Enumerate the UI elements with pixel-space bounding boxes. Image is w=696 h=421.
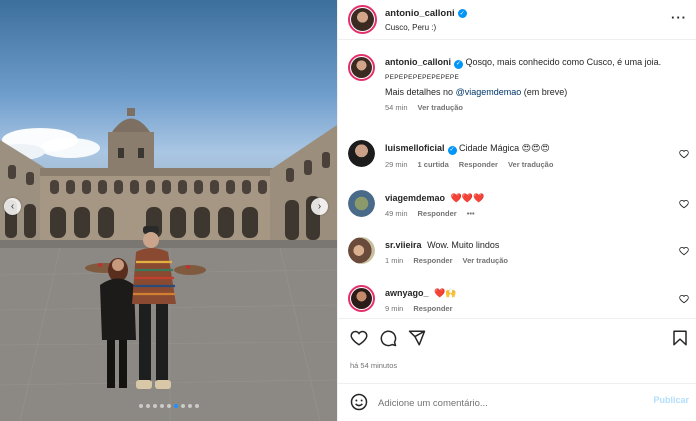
- comment-avatar[interactable]: [348, 237, 375, 264]
- mention-link[interactable]: @viagemdemao: [456, 87, 522, 97]
- comment-username[interactable]: sr.viieira: [385, 240, 422, 250]
- comment-time[interactable]: 9 min: [385, 303, 403, 315]
- comment-meta: 49 min Responder •••: [385, 208, 669, 220]
- verified-badge-icon: ✓: [454, 59, 464, 69]
- author-username-row[interactable]: antonio_calloni ✓: [385, 8, 467, 19]
- translate-button[interactable]: Ver tradução: [418, 102, 463, 114]
- comment-username[interactable]: luismelloficial: [385, 143, 445, 153]
- comment-text: ❤️❤️❤️: [450, 193, 485, 203]
- caption-details-prefix: Mais detalhes no: [385, 86, 454, 97]
- comment-meta: 1 min Responder Ver tradução: [385, 255, 669, 267]
- comment-username[interactable]: awnyago_: [385, 288, 429, 298]
- author-username[interactable]: antonio_calloni: [385, 8, 455, 19]
- carousel-dot: [145, 404, 150, 408]
- carousel-dot: [152, 404, 157, 408]
- carousel-prev-button[interactable]: ‹: [4, 198, 21, 215]
- post-actions: há 54 minutos: [338, 318, 696, 383]
- comment-avatar[interactable]: [348, 190, 375, 217]
- bookmark-icon[interactable]: [671, 329, 689, 347]
- post-location[interactable]: Cusco, Peru :): [385, 23, 436, 32]
- carousel-dot: [173, 404, 178, 408]
- carousel-dot: [194, 404, 199, 408]
- carousel-dot: [180, 404, 185, 408]
- send-icon[interactable]: [408, 329, 426, 347]
- comment-text: Wow. Muito lindos: [427, 240, 500, 250]
- instagram-post-modal: ‹ › antonio_calloni ✓ Cusco, Peru :) ···: [0, 0, 696, 421]
- heart-icon[interactable]: [679, 199, 689, 209]
- caption-username[interactable]: antonio_calloni: [385, 57, 451, 67]
- carousel-next-button[interactable]: ›: [311, 198, 328, 215]
- emoji-icon[interactable]: [350, 393, 368, 411]
- comment-body: luismelloficial ✓ Cidade Mágica 😍😍😍 29 mi…: [385, 142, 669, 171]
- caption-caps-line: PEPEPEPEPEPEPEPE: [385, 73, 460, 81]
- carousel-dots: [0, 404, 337, 408]
- publish-button[interactable]: Publicar: [653, 395, 689, 405]
- caption-details-suffix: (em breve): [523, 86, 568, 97]
- comment-options-icon[interactable]: •••: [467, 208, 475, 220]
- heart-icon[interactable]: [679, 246, 689, 256]
- verified-badge-icon: ✓: [447, 145, 457, 155]
- post-side-panel: antonio_calloni ✓ Cusco, Peru :) ··· ant…: [337, 0, 696, 421]
- comment-body: viagemdemao ❤️❤️❤️ 49 min Responder •••: [385, 192, 669, 220]
- comment-avatar[interactable]: [348, 140, 375, 167]
- more-horizontal-icon[interactable]: ···: [671, 10, 687, 25]
- heart-icon[interactable]: [679, 149, 689, 159]
- comment-text: ❤️🙌: [434, 288, 457, 298]
- chevron-right-icon: ›: [317, 201, 322, 212]
- comment-likes[interactable]: 1 curtida: [418, 159, 449, 171]
- comment-text: Cidade Mágica 😍😍😍: [459, 143, 550, 153]
- chevron-left-icon: ‹: [10, 201, 15, 212]
- reply-button[interactable]: Responder: [418, 208, 457, 220]
- comment-time[interactable]: 29 min: [385, 159, 408, 171]
- caption-avatar[interactable]: [348, 54, 375, 81]
- comment-time[interactable]: 1 min: [385, 255, 403, 267]
- carousel-dot: [159, 404, 164, 408]
- comment-time[interactable]: 49 min: [385, 208, 408, 220]
- reply-button[interactable]: Responder: [413, 255, 452, 267]
- comments-list: antonio_calloni ✓ Qosqo, mais conhecido c…: [338, 40, 696, 318]
- comment-username[interactable]: viagemdemao: [385, 193, 445, 203]
- comment-body: sr.viieira Wow. Muito lindos 1 min Respo…: [385, 239, 669, 267]
- reply-button[interactable]: Responder: [459, 159, 498, 171]
- carousel-dot: [187, 404, 192, 408]
- comment-meta: 29 min 1 curtida Responder Ver tradução: [385, 159, 669, 171]
- caption-time[interactable]: 54 min: [385, 102, 408, 114]
- post-photo[interactable]: ‹ ›: [0, 0, 337, 421]
- comment-input[interactable]: [378, 394, 638, 412]
- caption-text: Qosqo, mais conhecido como Cusco, é uma …: [465, 57, 662, 67]
- comment-meta: 9 min Responder: [385, 303, 669, 315]
- translate-button[interactable]: Ver tradução: [508, 159, 553, 171]
- caption-details: Mais detalhes no @viagemdemao (em breve): [385, 86, 669, 98]
- carousel-dot: [138, 404, 143, 408]
- post-header: antonio_calloni ✓ Cusco, Peru :) ···: [338, 0, 696, 40]
- reply-button[interactable]: Responder: [413, 303, 452, 315]
- author-avatar[interactable]: [348, 5, 377, 34]
- carousel-dot: [166, 404, 171, 408]
- comment-avatar[interactable]: [348, 285, 375, 312]
- cusco-courtyard-photo: [0, 108, 337, 421]
- post-timestamp[interactable]: há 54 minutos: [350, 361, 397, 370]
- caption-body: antonio_calloni ✓ Qosqo, mais conhecido c…: [385, 56, 669, 114]
- comment-icon[interactable]: [379, 329, 397, 347]
- heart-icon[interactable]: [350, 329, 368, 347]
- translate-button[interactable]: Ver tradução: [463, 255, 508, 267]
- verified-badge-icon: ✓: [457, 9, 467, 18]
- caption-meta: 54 min Ver tradução: [385, 102, 669, 114]
- heart-icon[interactable]: [679, 294, 689, 304]
- comment-body: awnyago_ ❤️🙌 9 min Responder: [385, 287, 669, 315]
- comment-composer: Publicar: [338, 383, 696, 421]
